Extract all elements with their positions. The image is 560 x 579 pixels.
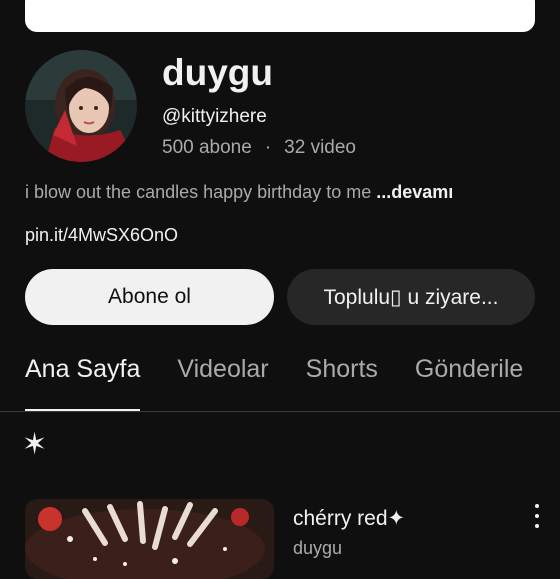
tab-home[interactable]: Ana Sayfa: [25, 355, 141, 412]
subscribe-button[interactable]: Abone ol: [25, 269, 274, 325]
avatar[interactable]: [25, 50, 137, 162]
subscriber-count: 500 abone: [162, 137, 252, 158]
section-star-icon: ✶: [22, 428, 48, 461]
channel-handle: @kittyizhere: [162, 106, 267, 127]
channel-banner[interactable]: [25, 0, 535, 32]
tabs-divider: [0, 411, 560, 412]
channel-tabs: Ana Sayfa Videolar Shorts Gönderile: [25, 355, 560, 412]
channel-link[interactable]: pin.it/4MwSX6OnO: [25, 225, 178, 246]
more-options-icon[interactable]: [530, 504, 544, 528]
channel-name: duygu: [162, 52, 273, 93]
video-thumbnail[interactable]: [25, 499, 274, 579]
channel-description[interactable]: i blow out the candles happy birthday to…: [25, 182, 453, 203]
stats-separator: ·: [264, 137, 272, 158]
visit-community-button[interactable]: Toplulu▯ u ziyare...: [287, 269, 535, 325]
description-more-link[interactable]: ...devamı: [376, 182, 453, 202]
channel-stats: 500 abone · 32 video: [162, 137, 356, 159]
tab-shorts[interactable]: Shorts: [306, 355, 378, 412]
video-title[interactable]: chérry red✦: [293, 506, 405, 531]
video-channel-name: duygu: [293, 538, 343, 558]
tab-videos[interactable]: Videolar: [177, 355, 268, 412]
video-count: 32 video: [284, 137, 356, 158]
tab-posts[interactable]: Gönderile: [415, 355, 523, 412]
description-text: i blow out the candles happy birthday to…: [25, 182, 372, 202]
